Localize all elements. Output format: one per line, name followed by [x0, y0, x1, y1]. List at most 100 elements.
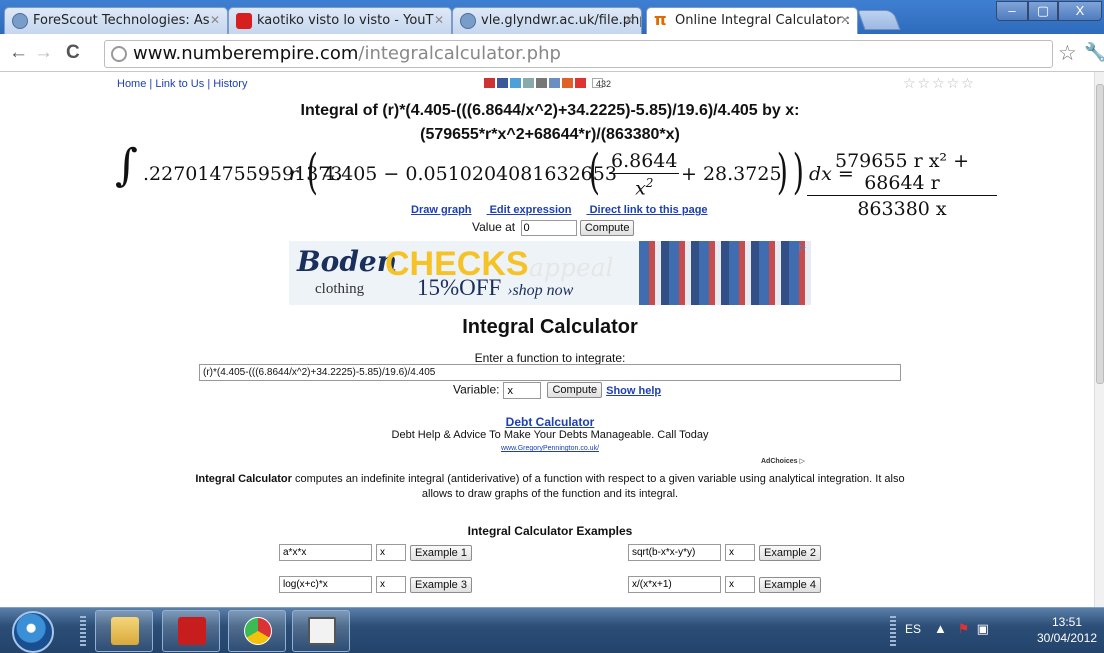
- integral-sign: ∫: [115, 140, 138, 191]
- calculator-heading: Integral Calculator: [462, 316, 638, 338]
- ad-banner[interactable]: Boden clothing CHECKS appeal 15%OFF ›sho…: [289, 241, 811, 305]
- taskbar-grip: [80, 616, 86, 646]
- google-plus-icon[interactable]: [484, 78, 495, 88]
- language-indicator[interactable]: ES: [905, 622, 921, 636]
- youtube-icon: [236, 13, 252, 29]
- link-to-us-link[interactable]: Link to Us: [155, 78, 204, 90]
- chrome-icon: [244, 617, 272, 645]
- show-hidden-icons-icon[interactable]: ▲: [934, 621, 947, 636]
- facebook-icon[interactable]: [497, 78, 508, 88]
- example-function-input[interactable]: [628, 544, 721, 561]
- new-tab-button[interactable]: [857, 10, 901, 30]
- folder-icon: [111, 617, 139, 645]
- url-path: /integralcalculator.php: [358, 43, 561, 64]
- windows-start-button[interactable]: [12, 611, 54, 653]
- result-fraction: 579655 r x² + 68644 r 863380 x: [807, 150, 997, 220]
- address-bar[interactable]: www.numberempire.com/integralcalculator.…: [104, 40, 1053, 68]
- share-icon[interactable]: [562, 78, 573, 88]
- variable-row: Variable:ComputeShow help: [453, 382, 661, 399]
- example-row: Example 1: [279, 544, 472, 561]
- forward-icon[interactable]: →: [34, 42, 53, 64]
- examples-heading: Integral Calculator Examples: [467, 524, 633, 538]
- variable-input[interactable]: [503, 382, 542, 399]
- network-icon[interactable]: ▣: [977, 621, 989, 636]
- example-3-button[interactable]: Example 3: [410, 576, 472, 593]
- home-link[interactable]: Home: [117, 78, 146, 90]
- reload-icon[interactable]: C: [66, 42, 80, 64]
- example-variable-input[interactable]: [725, 544, 755, 561]
- function-input[interactable]: [199, 364, 901, 381]
- pi-icon: π: [654, 10, 667, 29]
- pdf-icon: [178, 617, 206, 645]
- example-1-button[interactable]: Example 1: [410, 544, 472, 561]
- taskbar-chrome[interactable]: [228, 610, 286, 652]
- example-variable-input[interactable]: [725, 576, 755, 593]
- tab-label: kaotiko visto lo visto - YouT: [257, 13, 434, 28]
- close-tab-icon[interactable]: ✕: [210, 13, 220, 27]
- result-links: Draw graph Edit expression Direct link t…: [411, 204, 723, 216]
- email-icon[interactable]: [523, 78, 534, 88]
- bookmark-star-icon[interactable]: ☆: [1058, 41, 1077, 66]
- adchoices-icon[interactable]: ▷: [799, 242, 809, 252]
- tab-label: vle.glyndwr.ac.uk/file.php/: [481, 13, 642, 28]
- example-variable-input[interactable]: [376, 544, 406, 561]
- twitter-icon[interactable]: [510, 78, 521, 88]
- close-tab-icon[interactable]: ✕: [624, 13, 634, 27]
- url-host: www.numberempire.com: [133, 43, 359, 64]
- direct-link[interactable]: Direct link to this page: [590, 204, 708, 216]
- description: Integral Calculator computes an indefini…: [195, 473, 905, 500]
- result-formula: ∫ .2270147559591373 r ( 4.405 − 0.051020…: [115, 140, 997, 220]
- action-center-icon[interactable]: ⚑: [958, 621, 970, 636]
- taskbar-document[interactable]: [292, 610, 350, 652]
- tab-label: ForeScout Technologies: As: [33, 13, 210, 28]
- wrench-icon[interactable]: 🔧: [1084, 42, 1104, 63]
- addthis-icon[interactable]: [575, 78, 586, 88]
- example-row: Example 2: [628, 544, 821, 561]
- rating-stars[interactable]: ☆☆☆☆☆: [903, 75, 976, 92]
- back-icon[interactable]: ←: [9, 42, 28, 64]
- close-tab-icon[interactable]: ✕: [840, 13, 850, 27]
- example-2-button[interactable]: Example 2: [759, 544, 821, 561]
- bookmark-icon[interactable]: [549, 78, 560, 88]
- vertical-scrollbar[interactable]: [1094, 72, 1104, 607]
- tray-grip: [890, 616, 896, 646]
- ad-brand: Boden: [297, 245, 398, 278]
- debt-calculator-link[interactable]: Debt Calculator: [0, 416, 1094, 429]
- tab-vle[interactable]: vle.glyndwr.ac.uk/file.php/ ✕: [452, 7, 642, 34]
- history-link[interactable]: History: [213, 78, 247, 90]
- browser-tab-strip: ForeScout Technologies: As ✕ kaotiko vis…: [0, 0, 1104, 35]
- minimize-button[interactable]: –: [996, 1, 1028, 21]
- close-window-button[interactable]: X: [1058, 1, 1102, 21]
- example-4-button[interactable]: Example 4: [759, 576, 821, 593]
- tab-integral-calculator[interactable]: π Online Integral Calculator : ✕: [646, 7, 858, 35]
- taskbar-explorer[interactable]: [95, 610, 153, 652]
- shirt-image: [639, 241, 811, 305]
- example-function-input[interactable]: [279, 544, 372, 561]
- compute-button[interactable]: Compute: [547, 382, 603, 399]
- share-count: 432: [592, 78, 611, 89]
- compute-value-button[interactable]: Compute: [579, 220, 635, 236]
- value-at-input[interactable]: [520, 220, 577, 237]
- tab-youtube[interactable]: kaotiko visto lo visto - YouT ✕: [228, 7, 452, 34]
- value-at-row: Value at Compute: [472, 220, 635, 237]
- maximize-button[interactable]: ▢: [1028, 1, 1058, 21]
- example-function-input[interactable]: [628, 576, 721, 593]
- taskbar: ES ▲ ⚑ ▣ 13:51 30/04/2012: [0, 607, 1104, 653]
- print-icon[interactable]: [536, 78, 547, 88]
- adchoices-label[interactable]: AdChoices ▷: [761, 457, 805, 465]
- ad-url-link[interactable]: www.GregoryPennington.co.uk/: [0, 442, 1094, 455]
- edit-expression-link[interactable]: Edit expression: [490, 204, 572, 216]
- tray-icons: ▲ ⚑ ▣: [934, 621, 989, 637]
- top-links: Home | Link to Us | History: [117, 78, 248, 90]
- draw-graph-link[interactable]: Draw graph: [411, 204, 472, 216]
- globe-icon: [111, 46, 127, 62]
- example-function-input[interactable]: [279, 576, 372, 593]
- browser-toolbar: ← → C www.numberempire.com/integralcalcu…: [0, 34, 1104, 72]
- close-tab-icon[interactable]: ✕: [434, 13, 444, 27]
- system-clock[interactable]: 13:51 30/04/2012: [1034, 614, 1100, 646]
- scrollbar-thumb[interactable]: [1096, 84, 1104, 384]
- show-help-link[interactable]: Show help: [606, 385, 661, 397]
- example-variable-input[interactable]: [376, 576, 406, 593]
- taskbar-acrobat[interactable]: [162, 610, 220, 652]
- tab-forescout[interactable]: ForeScout Technologies: As ✕: [4, 7, 228, 34]
